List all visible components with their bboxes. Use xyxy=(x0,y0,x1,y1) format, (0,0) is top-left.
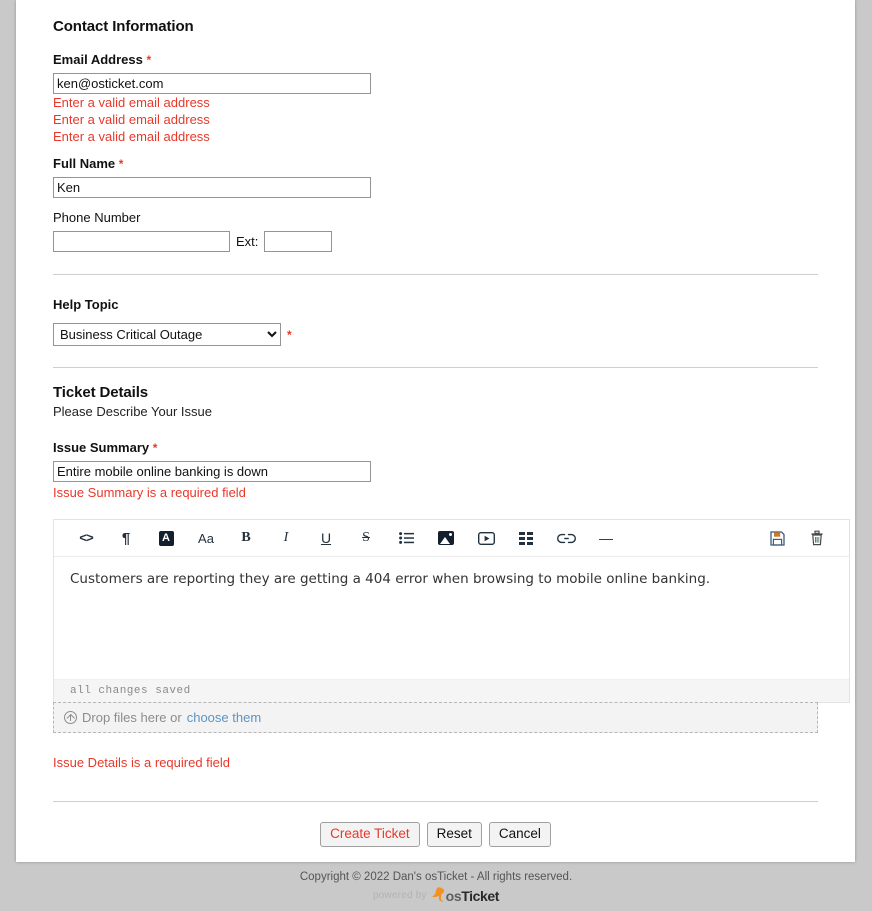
help-topic-group: Help Topic Business Critical Outage * xyxy=(53,296,818,346)
insert-table-glyph xyxy=(519,531,533,545)
source-code-icon[interactable]: <> xyxy=(66,523,106,553)
font-size-glyph: Aa xyxy=(198,530,214,546)
reset-button[interactable]: Reset xyxy=(426,822,482,847)
text-color-icon[interactable]: A xyxy=(146,523,186,553)
editor-toolbar: <> ¶ A Aa B I U S — xyxy=(54,520,849,557)
email-field-group: Email Address * Enter a valid email addr… xyxy=(53,51,818,145)
editor-save-status: all changes saved xyxy=(54,679,849,702)
email-required-star: * xyxy=(146,53,152,67)
upload-circle-icon xyxy=(64,711,77,724)
help-topic-required-star: * xyxy=(287,327,292,342)
file-dropzone[interactable]: Drop files here or choose them xyxy=(53,702,818,733)
insert-image-glyph xyxy=(438,531,454,545)
page-root: Contact Information Email Address * Ente… xyxy=(0,0,872,911)
save-draft-svg xyxy=(769,530,785,546)
bold-glyph: B xyxy=(241,530,251,545)
email-input[interactable] xyxy=(53,73,371,94)
strikethrough-icon[interactable]: S xyxy=(346,523,386,553)
help-topic-select[interactable]: Business Critical Outage xyxy=(53,323,281,346)
font-size-icon[interactable]: Aa xyxy=(186,523,226,553)
cancel-button[interactable]: Cancel xyxy=(488,822,551,847)
form-container: Contact Information Email Address * Ente… xyxy=(16,10,855,847)
insert-table-icon[interactable] xyxy=(506,523,546,553)
issue-summary-group: Issue Summary * Issue Summary is a requi… xyxy=(53,439,818,501)
ticket-details-heading: Ticket Details xyxy=(53,384,149,401)
brand-prefix: os xyxy=(445,888,462,904)
copyright-text: Copyright © 2022 Dan's osTicket - All ri… xyxy=(299,871,573,883)
insert-link-svg xyxy=(556,533,576,543)
insert-video-svg xyxy=(477,531,495,545)
full-name-input[interactable] xyxy=(53,177,371,198)
editor-content-area[interactable]: Customers are reporting they are getting… xyxy=(54,557,849,679)
issue-summary-input[interactable] xyxy=(53,461,371,482)
insert-video-icon[interactable] xyxy=(466,523,506,553)
strikethrough-glyph: S xyxy=(362,530,370,545)
phone-ext-label: Ext: xyxy=(236,233,259,249)
help-topic-label: Help Topic xyxy=(53,297,119,312)
bullet-list-svg xyxy=(398,532,414,544)
delete-draft-icon[interactable] xyxy=(797,523,837,553)
phone-field-group: Phone Number Ext: xyxy=(53,209,818,252)
dropzone-choose-link[interactable]: choose them xyxy=(187,710,261,725)
ticket-details-subtitle: Please Describe Your Issue xyxy=(53,404,212,419)
phone-ext-input[interactable] xyxy=(264,231,333,252)
email-label-text: Email Address xyxy=(53,52,143,67)
paragraph-glyph: ¶ xyxy=(121,529,131,547)
issue-summary-label-text: Issue Summary xyxy=(53,440,150,455)
phone-label: Phone Number xyxy=(53,210,141,225)
editor-body-text: Customers are reporting they are getting… xyxy=(70,571,711,587)
horizontal-rule-glyph: — xyxy=(599,530,613,546)
source-code-glyph: <> xyxy=(79,530,94,546)
brand-suffix: Ticket xyxy=(461,888,500,904)
issue-details-error: Issue Details is a required field xyxy=(53,755,231,770)
italic-icon[interactable]: I xyxy=(266,523,306,553)
email-error-1: Enter a valid email address xyxy=(53,95,210,110)
underline-glyph: U xyxy=(320,530,332,546)
osticket-logo: osTicket xyxy=(429,887,499,903)
save-draft-icon[interactable] xyxy=(757,523,797,553)
content-panel: Contact Information Email Address * Ente… xyxy=(16,0,855,862)
bold-icon[interactable]: B xyxy=(226,523,266,553)
issue-summary-label: Issue Summary * xyxy=(53,439,818,457)
insert-link-icon[interactable] xyxy=(546,523,586,553)
full-name-label-text: Full Name xyxy=(53,156,116,171)
osticket-wordmark: osTicket xyxy=(445,888,500,904)
dropzone-text: Drop files here or xyxy=(82,710,182,725)
kangaroo-icon xyxy=(429,887,447,903)
page-footer: Copyright © 2022 Dan's osTicket - All ri… xyxy=(0,870,872,903)
phone-input[interactable] xyxy=(53,231,230,252)
email-error-2: Enter a valid email address xyxy=(53,112,210,127)
full-name-required-star: * xyxy=(118,157,124,171)
delete-draft-svg xyxy=(811,530,823,546)
insert-image-icon[interactable] xyxy=(426,523,466,553)
issue-summary-error: Issue Summary is a required field xyxy=(53,485,246,500)
kangaroo-svg xyxy=(431,887,444,902)
full-name-label: Full Name * xyxy=(53,155,818,173)
email-error-3: Enter a valid email address xyxy=(53,129,210,144)
full-name-field-group: Full Name * xyxy=(53,155,818,198)
create-ticket-button[interactable]: Create Ticket xyxy=(320,822,420,847)
email-label: Email Address * xyxy=(53,51,818,69)
underline-icon[interactable]: U xyxy=(306,523,346,553)
bullet-list-icon[interactable] xyxy=(386,523,426,553)
issue-summary-required-star: * xyxy=(152,441,158,455)
text-color-glyph: A xyxy=(158,530,174,546)
contact-information-heading: Contact Information xyxy=(53,18,194,35)
horizontal-rule-icon[interactable]: — xyxy=(586,523,626,553)
editor-toolbar-left-group: <> ¶ A Aa B I U S — xyxy=(66,523,757,553)
italic-glyph: I xyxy=(283,530,289,545)
powered-by-label: powered by xyxy=(372,889,427,901)
rich-text-editor: <> ¶ A Aa B I U S — Customers are report… xyxy=(53,519,850,703)
form-actions: Create Ticket Reset Cancel xyxy=(53,822,818,847)
powered-by-block: powered by osTicket xyxy=(0,887,872,903)
paragraph-format-icon[interactable]: ¶ xyxy=(106,523,146,553)
editor-toolbar-right-group xyxy=(757,523,837,553)
